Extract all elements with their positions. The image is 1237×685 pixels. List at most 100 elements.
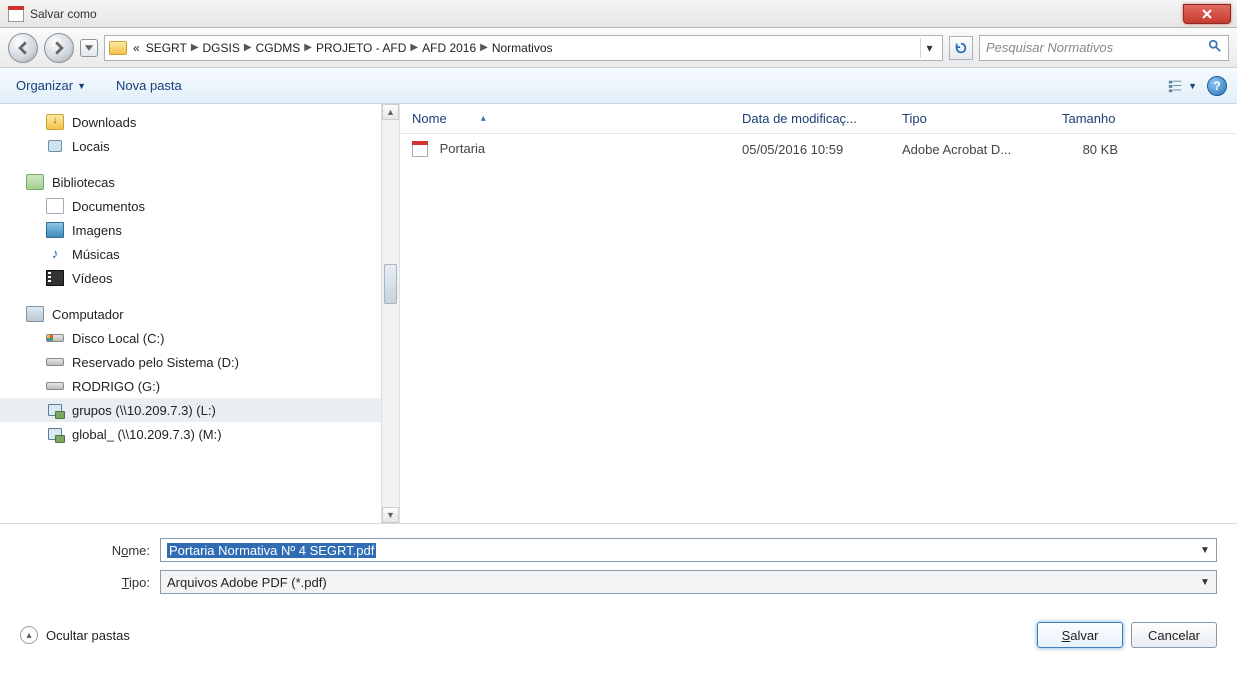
toolbar: Organizar ▼ Nova pasta ▼ ? — [0, 68, 1237, 104]
filetype-label: Tipo: — [20, 575, 160, 590]
save-fields: Nome: Portaria Normativa Nº 4 SEGRT.pdf … — [0, 524, 1237, 606]
crumb-5[interactable]: Normativos — [492, 41, 553, 55]
chevron-down-icon: ▼ — [77, 81, 86, 91]
hdd-icon — [46, 378, 64, 394]
filename-value: Portaria Normativa Nº 4 SEGRT.pdf — [167, 543, 376, 558]
scroll-down-icon[interactable]: ▼ — [382, 507, 399, 523]
search-input[interactable]: Pesquisar Normativos — [979, 35, 1229, 61]
downloads-icon — [46, 114, 64, 130]
filetype-select[interactable]: Arquivos Adobe PDF (*.pdf) ▼ — [160, 570, 1217, 594]
images-icon — [46, 222, 64, 238]
column-headers: Nome ▴ Data de modificaç... Tipo Tamanho — [400, 104, 1237, 134]
path-prefix: « — [133, 41, 140, 55]
places-icon — [46, 138, 64, 154]
sort-asc-icon: ▴ — [481, 113, 486, 124]
tree-label: Downloads — [72, 115, 136, 130]
titlebar: Salvar como — [0, 0, 1237, 28]
pdf-app-icon — [8, 6, 24, 22]
file-type: Adobe Acrobat D... — [902, 142, 1011, 157]
chevron-right-icon: ▶ — [480, 42, 488, 53]
filename-dropdown[interactable]: ▼ — [1196, 541, 1214, 559]
col-type[interactable]: Tipo — [890, 111, 1050, 126]
tree-videos[interactable]: Vídeos — [0, 266, 399, 290]
hdd-icon — [46, 330, 64, 346]
view-mode-button[interactable]: ▼ — [1166, 79, 1197, 93]
tree-drive-m[interactable]: global_ (\\10.209.7.3) (M:) — [0, 422, 399, 446]
col-date[interactable]: Data de modificaç... — [730, 111, 890, 126]
tree-drive-g[interactable]: RODRIGO (G:) — [0, 374, 399, 398]
organize-label: Organizar — [16, 78, 73, 93]
dialog-footer: ▴ Ocultar pastas Salvar Cancelar — [0, 606, 1237, 658]
tree-label: global_ (\\10.209.7.3) (M:) — [72, 427, 222, 442]
organize-button[interactable]: Organizar ▼ — [10, 74, 92, 97]
main-split: Downloads Locais Bibliotecas Documentos … — [0, 104, 1237, 524]
crumb-4[interactable]: AFD 2016 — [422, 41, 476, 55]
save-button[interactable]: Salvar — [1037, 622, 1123, 648]
forward-button[interactable] — [44, 33, 74, 63]
crumb-3[interactable]: PROJETO - AFD — [316, 41, 406, 55]
window-title: Salvar como — [30, 7, 97, 21]
chevron-down-icon: ▼ — [1188, 81, 1197, 91]
tree-libraries[interactable]: Bibliotecas — [0, 170, 399, 194]
help-button[interactable]: ? — [1207, 76, 1227, 96]
file-name: Portaria — [440, 141, 486, 156]
tree-drive-c[interactable]: Disco Local (C:) — [0, 326, 399, 350]
computer-icon — [26, 306, 44, 322]
folder-tree[interactable]: Downloads Locais Bibliotecas Documentos … — [0, 104, 400, 523]
file-row[interactable]: Portaria 05/05/2016 10:59 Adobe Acrobat … — [400, 134, 1237, 164]
close-button[interactable] — [1183, 4, 1231, 24]
tree-music[interactable]: Músicas — [0, 242, 399, 266]
file-list: Nome ▴ Data de modificaç... Tipo Tamanho… — [400, 104, 1237, 523]
scroll-up-icon[interactable]: ▲ — [382, 104, 399, 120]
chevron-right-icon: ▶ — [410, 42, 418, 53]
tree-label: Documentos — [72, 199, 145, 214]
tree-label: Vídeos — [72, 271, 112, 286]
tree-images[interactable]: Imagens — [0, 218, 399, 242]
tree-label: RODRIGO (G:) — [72, 379, 160, 394]
tree-computer[interactable]: Computador — [0, 302, 399, 326]
video-icon — [46, 270, 64, 286]
path-dropdown[interactable]: ▾ — [920, 38, 938, 58]
file-date: 05/05/2016 10:59 — [742, 142, 843, 157]
crumb-1[interactable]: DGSIS — [203, 41, 240, 55]
col-label: Tamanho — [1062, 111, 1115, 126]
tree-label: Imagens — [72, 223, 122, 238]
col-name[interactable]: Nome ▴ — [400, 111, 730, 126]
chevron-right-icon: ▶ — [304, 42, 312, 53]
tree-label: Bibliotecas — [52, 175, 115, 190]
col-label: Nome — [412, 111, 447, 126]
tree-places[interactable]: Locais — [0, 134, 399, 158]
chevron-right-icon: ▶ — [191, 42, 199, 53]
tree-label: Músicas — [72, 247, 120, 262]
col-label: Tipo — [902, 111, 927, 126]
search-placeholder: Pesquisar Normativos — [986, 40, 1113, 55]
refresh-button[interactable] — [949, 36, 973, 60]
breadcrumb-path[interactable]: « SEGRT▶ DGSIS▶ CGDMS▶ PROJETO - AFD▶ AF… — [104, 35, 943, 61]
hdd-icon — [46, 354, 64, 370]
file-size: 80 KB — [1083, 142, 1118, 157]
network-drive-icon — [46, 402, 64, 418]
col-size[interactable]: Tamanho — [1050, 111, 1130, 126]
nav-row: « SEGRT▶ DGSIS▶ CGDMS▶ PROJETO - AFD▶ AF… — [0, 28, 1237, 68]
crumb-0[interactable]: SEGRT — [146, 41, 187, 55]
hide-folders-toggle[interactable]: ▴ — [20, 626, 38, 644]
cancel-button[interactable]: Cancelar — [1131, 622, 1217, 648]
hide-folders-label[interactable]: Ocultar pastas — [46, 628, 130, 643]
pdf-file-icon — [412, 141, 428, 157]
tree-drive-l[interactable]: grupos (\\10.209.7.3) (L:) — [0, 398, 399, 422]
tree-scrollbar[interactable]: ▲ ▼ — [381, 104, 399, 523]
crumb-2[interactable]: CGDMS — [256, 41, 301, 55]
back-button[interactable] — [8, 33, 38, 63]
scroll-thumb[interactable] — [384, 264, 397, 304]
tree-label: grupos (\\10.209.7.3) (L:) — [72, 403, 216, 418]
col-label: Data de modificaç... — [742, 111, 857, 126]
filename-input[interactable]: Portaria Normativa Nº 4 SEGRT.pdf ▼ — [160, 538, 1217, 562]
tree-downloads[interactable]: Downloads — [0, 110, 399, 134]
filetype-dropdown[interactable]: ▼ — [1196, 573, 1214, 591]
cancel-label: Cancelar — [1148, 628, 1200, 643]
tree-drive-d[interactable]: Reservado pelo Sistema (D:) — [0, 350, 399, 374]
new-folder-button[interactable]: Nova pasta — [110, 74, 188, 97]
network-drive-icon — [46, 426, 64, 442]
tree-documents[interactable]: Documentos — [0, 194, 399, 218]
history-dropdown[interactable] — [80, 39, 98, 57]
